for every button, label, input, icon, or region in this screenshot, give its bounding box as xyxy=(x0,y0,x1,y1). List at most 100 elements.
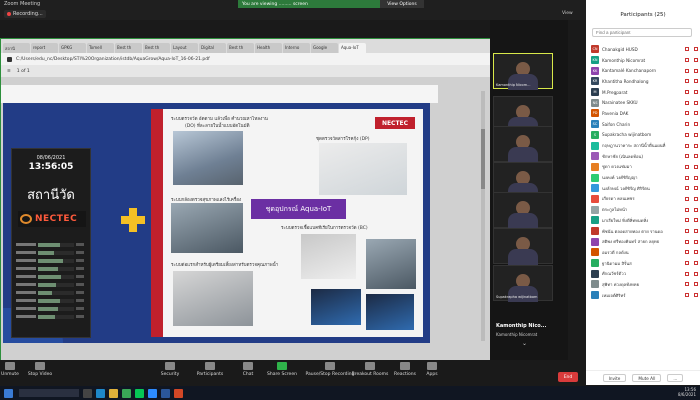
muted-mic-icon xyxy=(685,90,689,95)
participant-row[interactable]: KN Kamonthip Nicomrat xyxy=(586,55,700,66)
browser-tab[interactable]: Digital xyxy=(199,43,226,53)
participant-row[interactable]: พัชนัน ตลอดสายทอง ตาย รานดอ xyxy=(586,226,700,237)
more-button[interactable]: ... xyxy=(667,374,684,382)
word-icon[interactable] xyxy=(161,388,170,398)
menu-icon[interactable]: ≡ xyxy=(7,69,11,74)
windows-taskbar xyxy=(0,386,700,400)
meter-bar xyxy=(38,298,74,303)
sensor-meter xyxy=(16,249,88,256)
participant-row[interactable]: CN Chanakgid HUSD xyxy=(586,44,700,55)
muted-mic-icon xyxy=(685,100,689,105)
video-tile[interactable] xyxy=(493,228,553,265)
participant-name: M.Pregparat xyxy=(602,89,628,95)
pdf-page-indicator[interactable]: 1 of 1 xyxy=(17,69,30,74)
invite-button[interactable]: Invite xyxy=(602,374,627,382)
mute-all-button[interactable]: Mute All xyxy=(632,374,662,382)
browser-tab[interactable]: สถานี xyxy=(3,43,30,53)
caption-bacteria: ระบบตรวจเชื้อแบคทีเรียในการตรวจวัด (BC) xyxy=(281,226,368,231)
meter-value xyxy=(76,267,84,270)
participant-row[interactable]: ชูดา ดวงแช่มมา xyxy=(586,162,700,173)
zoom-icon[interactable] xyxy=(148,388,157,398)
browser-tab[interactable]: Health xyxy=(255,43,282,53)
participant-row[interactable]: M M.Pregparat xyxy=(586,87,700,98)
muted-mic-icon xyxy=(685,239,689,244)
share-screen-button[interactable]: Share Screen xyxy=(262,362,302,377)
video-tile[interactable]: Kamonthip Nicom... xyxy=(493,53,553,90)
muted-mic-icon xyxy=(685,68,689,73)
browser-tab[interactable]: report xyxy=(31,43,58,53)
participant-row[interactable]: สติพง ศรีทองคินทร์ สายก ลยุทธ xyxy=(586,236,700,247)
avatar: CN xyxy=(591,45,599,54)
video-tile[interactable] xyxy=(493,192,553,229)
stop-video-button[interactable]: Stop Video xyxy=(20,362,60,377)
browser-tab[interactable]: Interno xyxy=(283,43,310,53)
pause-recording-button[interactable]: Pause/Stop Recording xyxy=(305,362,355,377)
edge-icon[interactable] xyxy=(96,388,105,398)
meter-bar xyxy=(38,250,74,255)
presentation-slide: 08/06/2021 13:56:05 สถานีวัด NECTEC NECT… xyxy=(3,103,430,343)
meter-fill xyxy=(38,250,55,255)
participant-row[interactable]: SC Saifon Charin xyxy=(586,119,700,130)
video-off-icon xyxy=(694,90,698,95)
line-icon[interactable] xyxy=(135,388,144,398)
browser-tab[interactable]: GPKG xyxy=(59,43,86,53)
participant-row[interactable]: อมรวดี กลดังน xyxy=(586,247,700,258)
participant-row[interactable]: KR Khantitha Rondhalong xyxy=(586,76,700,87)
task-view-icon[interactable] xyxy=(83,388,92,398)
participant-row[interactable]: มาเรียใหม่ หิ่งดีหิ่ทหมดหิ่ง xyxy=(586,215,700,226)
browser-tab[interactable]: Layout xyxy=(171,43,198,53)
browser-tab[interactable]: Tomell xyxy=(87,43,114,53)
participant-name: กฤษฎานวาคาระ สถานีน้ำตื่นแผนที่ xyxy=(602,143,666,149)
participant-row[interactable]: ชักษาชัย (เนินลดท้อน) xyxy=(586,151,700,162)
muted-mic-icon xyxy=(685,58,689,63)
participant-row[interactable]: ตระกูลไม่หน้า xyxy=(586,204,700,215)
powerpoint-icon[interactable] xyxy=(174,388,183,398)
participant-row[interactable]: สุพิทา ค่วงดุลทังหทย xyxy=(586,279,700,290)
security-button[interactable]: Security xyxy=(150,362,190,377)
participant-row[interactable]: ศักณวัชร์ตัวว xyxy=(586,268,700,279)
video-off-icon xyxy=(694,68,698,73)
participant-row[interactable]: NS Narainatee SKKU xyxy=(586,97,700,108)
participant-row[interactable]: นงลักษณ์ วงศ์ชิรัญ ศิริรัตน xyxy=(586,183,700,194)
browser-tab[interactable]: Aqua-IoT xyxy=(339,43,366,53)
participant-row[interactable]: PD Pavenia DAK xyxy=(586,108,700,119)
participant-row[interactable]: กฤษฎานวาคาระ สถานีน้ำตื่นแผนที่ xyxy=(586,140,700,151)
chrome-icon[interactable] xyxy=(122,388,131,398)
browser-tab[interactable]: Best th xyxy=(143,43,170,53)
taskbar-search[interactable] xyxy=(19,389,79,397)
address-text[interactable]: C:/Users/edu_nc/Desktop/STI%20Organizati… xyxy=(16,57,210,62)
muted-mic-icon xyxy=(685,293,689,298)
participant-row[interactable]: เหมเจต์ศิริทร์ xyxy=(586,290,700,301)
back-icon[interactable] xyxy=(7,56,12,62)
windows-start-icon[interactable] xyxy=(4,388,13,398)
participant-row[interactable]: S Supakracha wijinatbom xyxy=(586,130,700,141)
video-tile[interactable] xyxy=(493,126,553,163)
pdf-page-top xyxy=(1,85,438,103)
video-off-icon xyxy=(694,143,698,148)
participant-row[interactable]: เกียรดา คลนเพชร xyxy=(586,194,700,205)
participant-name: ตระกูลไม่หน้า xyxy=(602,207,628,213)
video-tile[interactable]: Supakrapha wijinatbom xyxy=(493,265,553,302)
apps-button[interactable]: Apps xyxy=(412,362,452,377)
end-meeting-button[interactable]: End xyxy=(558,372,578,382)
browser-tab[interactable]: Google xyxy=(311,43,338,53)
sensor-meter xyxy=(16,289,88,296)
participant-name: Saifon Charin xyxy=(602,121,631,127)
avatar xyxy=(591,205,599,214)
recording-indicator[interactable]: Recording... xyxy=(4,10,46,18)
breakout-rooms-button[interactable]: Breakout Rooms xyxy=(350,362,390,377)
participants-button[interactable]: Participants xyxy=(190,362,230,377)
browser-tab[interactable]: Best th xyxy=(227,43,254,53)
view-options-button[interactable]: View Options xyxy=(380,0,424,8)
participant-row[interactable]: KK Kantamalé Kanchanaporn xyxy=(586,65,700,76)
caption-water-kit: ระบบต่อแรกสำหรับผู้เตรียมเลี้ยงสาหรับตรว… xyxy=(171,263,279,268)
chevron-down-icon[interactable]: ⌄ xyxy=(522,340,527,347)
participant-row[interactable]: นงคงค์ วงศ์ชิรัญญา xyxy=(586,172,700,183)
file-explorer-icon[interactable] xyxy=(109,388,118,398)
scrollbar-thumb[interactable] xyxy=(481,129,485,189)
participant-row[interactable]: ฐานิดามม สิรั่นส xyxy=(586,258,700,269)
participant-search-input[interactable] xyxy=(592,28,692,37)
browser-tab[interactable]: Best th xyxy=(115,43,142,53)
view-button[interactable]: View xyxy=(562,11,573,16)
address-bar[interactable]: C:/Users/edu_nc/Desktop/STI%20Organizati… xyxy=(1,53,491,65)
